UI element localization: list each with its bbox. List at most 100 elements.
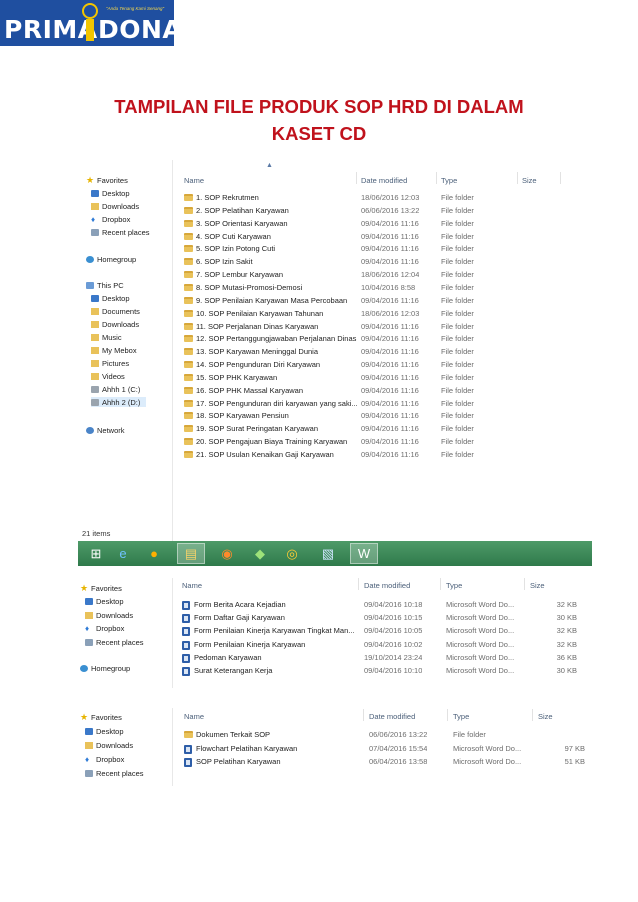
nav-item-desktop[interactable]: Desktop bbox=[85, 726, 130, 736]
folder-icon bbox=[184, 219, 193, 227]
nav-favorites[interactable]: ★ Favorites bbox=[80, 583, 128, 593]
file-row[interactable]: 21. SOP Usulan Kenaikan Gaji Karyawan 09/… bbox=[182, 448, 572, 461]
file-type: File folder bbox=[441, 244, 474, 254]
nav-item-ahhh-1-c-[interactable]: Ahhh 1 (C:) bbox=[91, 384, 146, 394]
file-row[interactable]: 14. SOP Pengunduran Diri Karyawan 09/04/2… bbox=[182, 358, 572, 371]
file-row[interactable]: Form Penilaian Kinerja Karyawan Tingkat … bbox=[180, 624, 582, 637]
nav-item-desktop[interactable]: Desktop bbox=[85, 597, 130, 607]
file-row[interactable]: Dokumen Terkait SOP 06/06/2016 13:22 File … bbox=[182, 728, 586, 741]
primadona-logo: PRIMA DONA "Anda Tenang Kami Senang" bbox=[0, 0, 174, 46]
file-date: 09/04/2016 11:16 bbox=[361, 295, 419, 305]
file-row[interactable]: 18. SOP Karyawan Pensiun 09/04/2016 11:16… bbox=[182, 409, 572, 422]
file-row[interactable]: 8. SOP Mutasi-Promosi-Demosi 10/04/2016 8… bbox=[182, 281, 572, 294]
file-row[interactable]: 17. SOP Pengunduran diri karyawan yang s… bbox=[182, 397, 572, 410]
file-type: Microsoft Word Do... bbox=[453, 757, 522, 767]
column-header-type[interactable]: Type bbox=[446, 581, 462, 590]
file-name: 17. SOP Pengunduran diri karyawan yang s… bbox=[196, 398, 357, 408]
column-header-name[interactable]: Name bbox=[182, 581, 202, 590]
nav-item-downloads[interactable]: Downloads bbox=[91, 201, 145, 211]
nav-item-pictures[interactable]: Pictures bbox=[91, 358, 135, 368]
nav-item-recent-places[interactable]: Recent places bbox=[85, 637, 150, 647]
file-row[interactable]: 3. SOP Orientasi Karyawan 09/04/2016 11:1… bbox=[182, 217, 572, 230]
nav-network[interactable]: Network bbox=[86, 425, 131, 435]
file-row[interactable]: 13. SOP Karyawan Meninggal Dunia 09/04/20… bbox=[182, 345, 572, 358]
word-document-icon bbox=[184, 758, 192, 768]
word-icon[interactable]: W bbox=[350, 543, 378, 564]
nav-favorites[interactable]: ★ Favorites bbox=[80, 712, 128, 722]
media-player-icon[interactable]: ● bbox=[140, 543, 168, 564]
file-row[interactable]: Form Daftar Gaji Karyawan 09/04/2016 10:1… bbox=[180, 611, 582, 624]
file-row[interactable]: 5. SOP Izin Potong Cuti 09/04/2016 11:16 F… bbox=[182, 242, 572, 255]
column-header-size[interactable]: Size bbox=[530, 581, 545, 590]
nav-item-documents[interactable]: Documents bbox=[91, 306, 146, 316]
column-header-size[interactable]: Size bbox=[538, 712, 553, 721]
chrome-icon[interactable]: ◎ bbox=[278, 543, 306, 564]
file-row[interactable]: Surat Keterangan Kerja 09/04/2016 10:10 Mi… bbox=[180, 664, 582, 677]
nav-item-dropbox[interactable]: ♦ Dropbox bbox=[85, 754, 130, 764]
nav-item-dropbox[interactable]: ♦ Dropbox bbox=[85, 624, 130, 634]
file-explorer-icon[interactable]: ▤ bbox=[177, 543, 205, 564]
file-row[interactable]: Form Penilaian Kinerja Karyawan 09/04/201… bbox=[180, 638, 582, 651]
file-row[interactable]: 16. SOP PHK Massal Karyawan 09/04/2016 11… bbox=[182, 384, 572, 397]
photos-icon[interactable]: ◆ bbox=[246, 543, 274, 564]
file-size: 97 KB bbox=[564, 743, 585, 753]
file-type: File folder bbox=[441, 424, 474, 434]
folder-icon bbox=[184, 322, 193, 330]
file-date: 09/04/2016 11:16 bbox=[361, 385, 419, 395]
notes-icon[interactable]: ▧ bbox=[314, 543, 342, 564]
nav-homegroup[interactable]: Homegroup bbox=[80, 663, 136, 673]
file-row[interactable]: 11. SOP Perjalanan Dinas Karyawan 09/04/2… bbox=[182, 320, 572, 333]
file-row[interactable]: Flowchart Pelatihan Karyawan 07/04/2016 1… bbox=[182, 742, 586, 755]
column-header-size[interactable]: Size bbox=[522, 176, 537, 185]
firefox-icon[interactable]: ◉ bbox=[213, 543, 241, 564]
folder-icon bbox=[184, 451, 193, 458]
nav-item-music[interactable]: Music bbox=[91, 332, 128, 342]
nav-item-downloads[interactable]: Downloads bbox=[85, 610, 139, 620]
column-header-date[interactable]: Date modified bbox=[361, 176, 407, 185]
file-row[interactable]: 1. SOP Rekrutmen 18/06/2016 12:03 File fol… bbox=[182, 191, 572, 204]
file-row[interactable]: 15. SOP PHK Karyawan 09/04/2016 11:16 File… bbox=[182, 371, 572, 384]
nav-favorites[interactable]: ★ Favorites bbox=[86, 175, 134, 185]
nav-item-recent-places[interactable]: Recent places bbox=[85, 768, 150, 778]
file-row[interactable]: 6. SOP Izin Sakit 09/04/2016 11:16 File fo… bbox=[182, 255, 572, 268]
file-name: Form Berita Acara Kejadian bbox=[194, 600, 286, 609]
nav-item-recent-places[interactable]: Recent places bbox=[91, 227, 156, 237]
nav-item-downloads-label: Downloads bbox=[96, 740, 134, 750]
nav-item-desktop[interactable]: Desktop bbox=[91, 188, 136, 198]
nav-item-dropbox-label: Dropbox bbox=[102, 214, 131, 224]
folder-icon bbox=[184, 425, 193, 433]
nav-item-dropbox[interactable]: ♦ Dropbox bbox=[91, 214, 136, 224]
file-row[interactable]: 19. SOP Surat Peringatan Karyawan 09/04/2… bbox=[182, 422, 572, 435]
column-header-date[interactable]: Date modified bbox=[369, 712, 415, 721]
folder-icon bbox=[184, 386, 193, 394]
file-row[interactable]: 9. SOP Penilaian Karyawan Masa Percobaan… bbox=[182, 294, 572, 307]
file-row[interactable]: 20. SOP Pengajuan Biaya Training Karyawa… bbox=[182, 435, 572, 448]
column-header-date[interactable]: Date modified bbox=[364, 581, 410, 590]
nav-item-downloads[interactable]: Downloads bbox=[91, 319, 145, 329]
nav-item-ahhh-2-d-[interactable]: Ahhh 2 (D:) bbox=[91, 397, 147, 407]
nav-this-pc[interactable]: This PC bbox=[86, 280, 130, 290]
downloads-icon bbox=[91, 320, 99, 328]
sort-ascending-icon[interactable]: ▲ bbox=[266, 162, 273, 169]
file-row[interactable]: 10. SOP Penilaian Karyawan Tahunan 18/06/… bbox=[182, 307, 572, 320]
nav-item-my-mebox[interactable]: My Mebox bbox=[91, 345, 143, 355]
file-row[interactable]: 2. SOP Pelatihan Karyawan 06/06/2016 13:2… bbox=[182, 204, 572, 217]
column-header-type[interactable]: Type bbox=[453, 712, 469, 721]
file-row[interactable]: SOP Pelatihan Karyawan 06/04/2016 13:58 Mi… bbox=[182, 755, 586, 768]
folder-icon bbox=[184, 206, 193, 214]
internet-explorer-icon[interactable]: e bbox=[109, 543, 137, 564]
column-header-name[interactable]: Name bbox=[184, 712, 204, 721]
file-row[interactable]: Pedoman Karyawan 19/10/2014 23:24 Microsof… bbox=[180, 651, 582, 664]
file-row[interactable]: 7. SOP Lembur Karyawan 18/06/2016 12:04 Fi… bbox=[182, 268, 572, 281]
nav-item-downloads[interactable]: Downloads bbox=[85, 740, 139, 750]
nav-item-videos[interactable]: Videos bbox=[91, 371, 131, 381]
windows-start-icon[interactable]: ⊞ bbox=[82, 543, 110, 564]
nav-item-desktop[interactable]: Desktop bbox=[91, 293, 136, 303]
column-header-type[interactable]: Type bbox=[441, 176, 457, 185]
column-header-name[interactable]: Name bbox=[184, 176, 204, 185]
page-title-line1: TAMPILAN FILE PRODUK SOP HRD DI DALAM bbox=[114, 96, 524, 117]
file-row[interactable]: Form Berita Acara Kejadian 09/04/2016 10:… bbox=[180, 598, 582, 611]
file-row[interactable]: 4. SOP Cuti Karyawan 09/04/2016 11:16 File… bbox=[182, 230, 572, 243]
nav-homegroup[interactable]: Homegroup bbox=[86, 254, 142, 264]
file-row[interactable]: 12. SOP Pertanggungjawaban Perjalanan Di… bbox=[182, 332, 572, 345]
